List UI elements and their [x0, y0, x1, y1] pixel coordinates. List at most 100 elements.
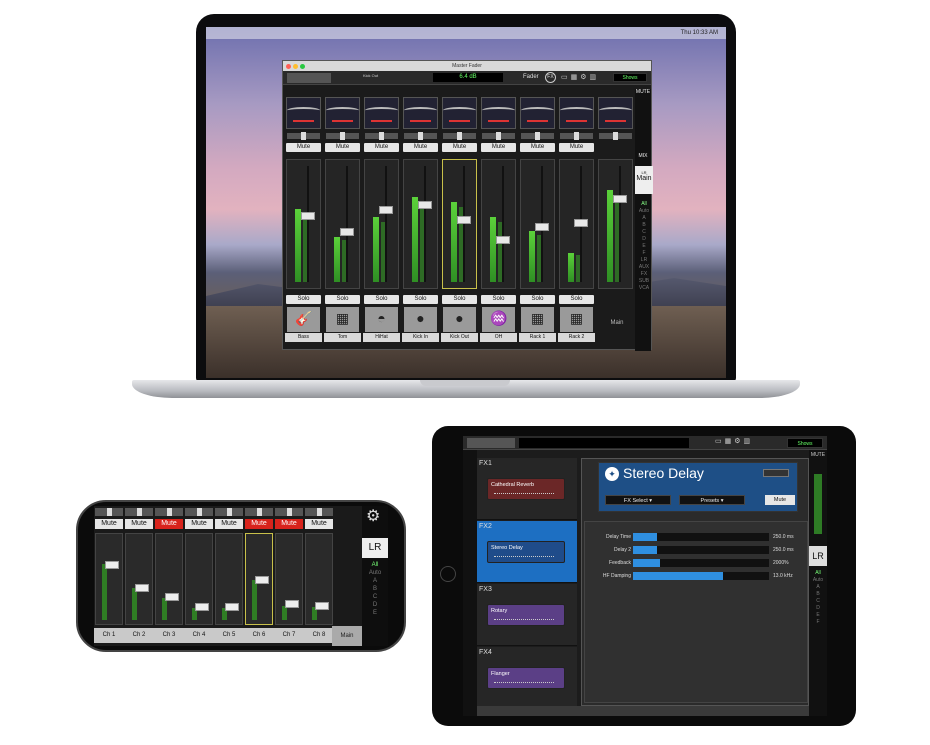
- fader-cap[interactable]: [315, 601, 329, 610]
- tablet-lr-button[interactable]: LR: [809, 546, 827, 566]
- channel-name[interactable]: Kick In: [402, 333, 439, 342]
- mute-button[interactable]: Mute: [155, 519, 183, 529]
- gear-icon[interactable]: ⚙: [366, 506, 380, 526]
- fader-cap[interactable]: [225, 602, 239, 611]
- mix-list-item[interactable]: B: [635, 222, 653, 229]
- eq-display[interactable]: [598, 97, 633, 129]
- minimize-window-icon[interactable]: [293, 64, 298, 69]
- mute-button[interactable]: Mute: [364, 143, 399, 152]
- channel-name[interactable]: Ch 3: [154, 628, 184, 643]
- mute-button[interactable]: Mute: [275, 519, 303, 529]
- fader-track[interactable]: [245, 533, 273, 625]
- fx-slot[interactable]: FX3 Rotary: [477, 584, 577, 646]
- solo-button[interactable]: Solo: [559, 295, 594, 304]
- home-button[interactable]: [440, 566, 456, 582]
- mix-list-item[interactable]: E: [362, 609, 388, 617]
- mute-button[interactable]: Mute: [481, 143, 516, 152]
- parameter-slider[interactable]: [633, 572, 769, 580]
- fx-preset-card[interactable]: Cathedral Reverb: [487, 478, 565, 500]
- solo-button[interactable]: Solo: [481, 295, 516, 304]
- eq-display[interactable]: [520, 97, 555, 129]
- fx-slot[interactable]: FX4 Flanger: [477, 647, 577, 709]
- pan-knob[interactable]: [107, 508, 112, 516]
- solo-button[interactable]: Solo: [286, 295, 321, 304]
- pan-knob[interactable]: [574, 132, 579, 140]
- fader-cap[interactable]: [613, 194, 627, 203]
- parameter-slider[interactable]: [633, 546, 769, 554]
- mix-list-item[interactable]: AUX: [635, 264, 653, 271]
- fader-cap[interactable]: [574, 218, 588, 227]
- mute-button[interactable]: Mute: [185, 519, 213, 529]
- fader-track[interactable]: [364, 159, 399, 289]
- pan-slider[interactable]: [155, 508, 183, 516]
- mix-list-item[interactable]: LR: [635, 257, 653, 264]
- fader-cap[interactable]: [457, 215, 471, 224]
- fader-cap[interactable]: [340, 227, 354, 236]
- fx-slot[interactable]: FX1 Cathedral Reverb: [477, 458, 577, 520]
- pan-slider[interactable]: [245, 508, 273, 516]
- pan-slider[interactable]: [482, 132, 515, 140]
- mix-list-item[interactable]: D: [809, 605, 827, 612]
- fader-track[interactable]: [215, 533, 243, 625]
- channel-name[interactable]: Bass: [285, 333, 322, 342]
- mix-list-item[interactable]: C: [809, 598, 827, 605]
- fader-track[interactable]: [598, 159, 633, 289]
- fader-track[interactable]: [325, 159, 360, 289]
- mute-button[interactable]: Mute: [305, 519, 333, 529]
- channel-name[interactable]: Rack 2: [558, 333, 595, 342]
- pan-knob[interactable]: [197, 508, 202, 516]
- pan-knob[interactable]: [287, 508, 292, 516]
- mix-list-item[interactable]: Auto: [809, 577, 827, 584]
- solo-button[interactable]: Solo: [403, 295, 438, 304]
- mix-list-item[interactable]: A: [809, 584, 827, 591]
- fader-cap[interactable]: [255, 576, 269, 584]
- mute-button[interactable]: Mute: [520, 143, 555, 152]
- mix-list-item[interactable]: C: [362, 593, 388, 601]
- fx-slot[interactable]: FX2 Stereo Delay: [477, 521, 577, 583]
- channel-name[interactable]: Rack 1: [519, 333, 556, 342]
- mix-list-item[interactable]: All: [635, 201, 653, 208]
- parameter-slider[interactable]: [633, 533, 769, 541]
- pan-knob[interactable]: [613, 132, 618, 140]
- pan-slider[interactable]: [365, 132, 398, 140]
- mix-list-item[interactable]: E: [635, 243, 653, 250]
- fader-cap[interactable]: [135, 583, 149, 592]
- plugin-mute-button[interactable]: Mute: [765, 495, 795, 505]
- mix-list-item[interactable]: F: [635, 250, 653, 257]
- solo-button[interactable]: Solo: [520, 295, 555, 304]
- fader-cap[interactable]: [418, 201, 432, 210]
- shows-button[interactable]: Shows: [613, 73, 647, 82]
- pan-knob[interactable]: [227, 508, 232, 516]
- channel-icon-box[interactable]: ▦: [521, 307, 554, 332]
- mix-list-item[interactable]: D: [362, 601, 388, 609]
- fader-view-button[interactable]: Fader: [523, 74, 539, 80]
- pan-knob[interactable]: [340, 132, 345, 140]
- mix-list-item[interactable]: VCA: [635, 285, 653, 292]
- mix-list-item[interactable]: SUB: [635, 278, 653, 285]
- pan-slider[interactable]: [185, 508, 213, 516]
- menubar-clock[interactable]: Thu 10:33 AM: [681, 30, 718, 36]
- solo-button[interactable]: Solo: [325, 295, 360, 304]
- mute-button[interactable]: Mute: [245, 519, 273, 529]
- pan-knob[interactable]: [167, 508, 172, 516]
- pan-slider[interactable]: [521, 132, 554, 140]
- fader-track[interactable]: [403, 159, 438, 289]
- fader-cap[interactable]: [379, 205, 393, 214]
- pan-slider[interactable]: [404, 132, 437, 140]
- pan-slider[interactable]: [326, 132, 359, 140]
- pan-knob[interactable]: [496, 132, 501, 140]
- mix-list-item[interactable]: A: [635, 215, 653, 222]
- fader-cap[interactable]: [535, 223, 549, 232]
- phone-lr-button[interactable]: LR: [362, 538, 388, 558]
- side-mute-label[interactable]: MUTE: [809, 452, 827, 458]
- fx-preset-card[interactable]: Stereo Delay: [487, 541, 565, 563]
- phone-main-label[interactable]: Main: [332, 626, 362, 646]
- mix-list-item[interactable]: D: [635, 236, 653, 243]
- channel-icon-box[interactable]: ▦: [326, 307, 359, 332]
- pan-knob[interactable]: [301, 132, 306, 140]
- close-window-icon[interactable]: [286, 64, 291, 69]
- fader-cap[interactable]: [195, 602, 209, 611]
- toolbar-tool-icons[interactable]: ▭▦⚙▥: [561, 73, 599, 81]
- fader-track[interactable]: [185, 533, 213, 625]
- side-main-button[interactable]: LR Main: [635, 166, 653, 194]
